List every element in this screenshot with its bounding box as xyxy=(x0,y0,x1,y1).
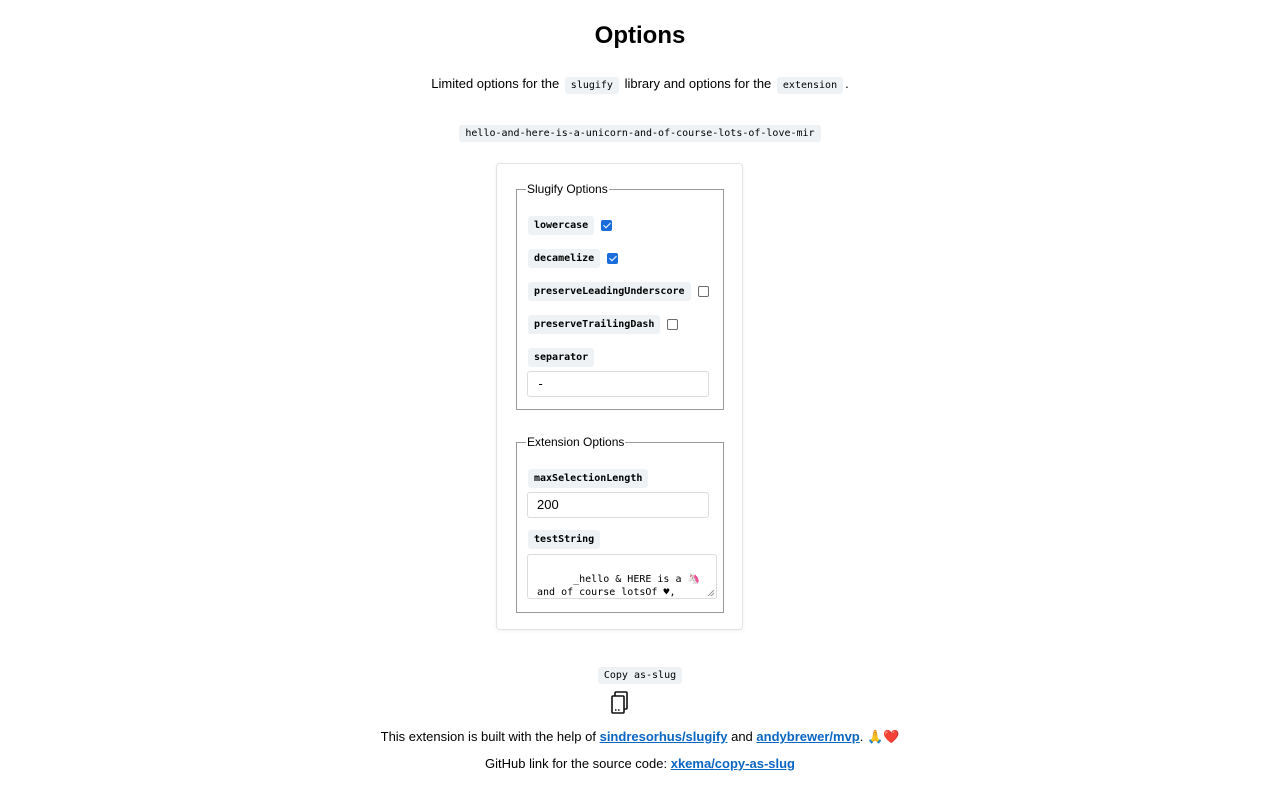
test-string-row: testString xyxy=(528,530,601,549)
preserve-trailing-dash-row: preserveTrailingDash xyxy=(528,315,679,334)
intro-slugify-code: slugify xyxy=(564,77,619,94)
options-card: Slugify Options lowercase decamelize pre… xyxy=(496,163,743,630)
copy-icon-svg xyxy=(611,691,628,714)
test-string-value: _hello & HERE is a 🦄 and of course lotsO… xyxy=(537,574,700,598)
max-selection-length-label: maxSelectionLength xyxy=(528,469,649,488)
separator-label: separator xyxy=(528,348,595,367)
slug-preview: hello-and-here-is-a-unicorn-and-of-cours… xyxy=(0,124,1280,142)
intro-text: Limited options for the slugify library … xyxy=(0,76,1280,94)
footer-source-before: GitHub link for the source code: xyxy=(485,756,668,771)
resize-handle-icon[interactable] xyxy=(708,590,714,596)
copy-icon[interactable] xyxy=(610,691,630,715)
max-selection-length-row: maxSelectionLength xyxy=(528,469,649,488)
copy-as-slug-label: Copy as-slug xyxy=(0,666,1280,684)
decamelize-row: decamelize xyxy=(528,249,619,268)
slugify-options-fieldset: Slugify Options lowercase decamelize pre… xyxy=(516,182,724,410)
preserve-leading-underscore-checkbox[interactable] xyxy=(697,286,709,297)
copy-as-slug-code: Copy as-slug xyxy=(597,667,683,684)
separator-input[interactable]: - xyxy=(527,371,709,397)
mvp-repo-link[interactable]: andybrewer/mvp xyxy=(756,729,859,744)
decamelize-label: decamelize xyxy=(528,249,601,268)
footer-credits-after: . 🙏❤️ xyxy=(859,729,900,744)
page-title: Options xyxy=(594,22,686,49)
slug-preview-code: hello-and-here-is-a-unicorn-and-of-cours… xyxy=(459,125,821,142)
lowercase-row: lowercase xyxy=(528,216,613,235)
lowercase-label: lowercase xyxy=(528,216,595,235)
source-repo-link[interactable]: xkema/copy-as-slug xyxy=(671,756,795,771)
footer-source: GitHub link for the source code: xkema/c… xyxy=(0,756,1280,771)
separator-row: separator xyxy=(528,348,595,367)
footer-and: and xyxy=(731,729,753,744)
test-string-textarea[interactable]: _hello & HERE is a 🦄 and of course lotsO… xyxy=(527,554,717,599)
intro-middle: library and options for the xyxy=(624,76,772,91)
extension-options-fieldset: Extension Options maxSelectionLength 200… xyxy=(516,435,724,613)
decamelize-checkbox[interactable] xyxy=(607,253,619,264)
preserve-leading-underscore-row: preserveLeadingUnderscore xyxy=(528,282,709,301)
preserve-trailing-dash-checkbox[interactable] xyxy=(667,319,679,330)
lowercase-checkbox[interactable] xyxy=(601,220,613,231)
footer-credits-before: This extension is built with the help of xyxy=(380,729,596,744)
slugify-repo-link[interactable]: sindresorhus/slugify xyxy=(600,729,728,744)
preserve-leading-underscore-label: preserveLeadingUnderscore xyxy=(528,282,691,301)
test-string-label: testString xyxy=(528,530,601,549)
slugify-options-legend: Slugify Options xyxy=(527,182,608,196)
footer-credits: This extension is built with the help of… xyxy=(0,729,1280,745)
extension-options-legend: Extension Options xyxy=(527,435,625,449)
intro-extension-code: extension xyxy=(776,77,844,94)
intro-after: . xyxy=(845,76,849,91)
intro-before: Limited options for the xyxy=(431,76,560,91)
preserve-trailing-dash-label: preserveTrailingDash xyxy=(528,315,661,334)
max-selection-length-input[interactable]: 200 xyxy=(527,492,709,518)
